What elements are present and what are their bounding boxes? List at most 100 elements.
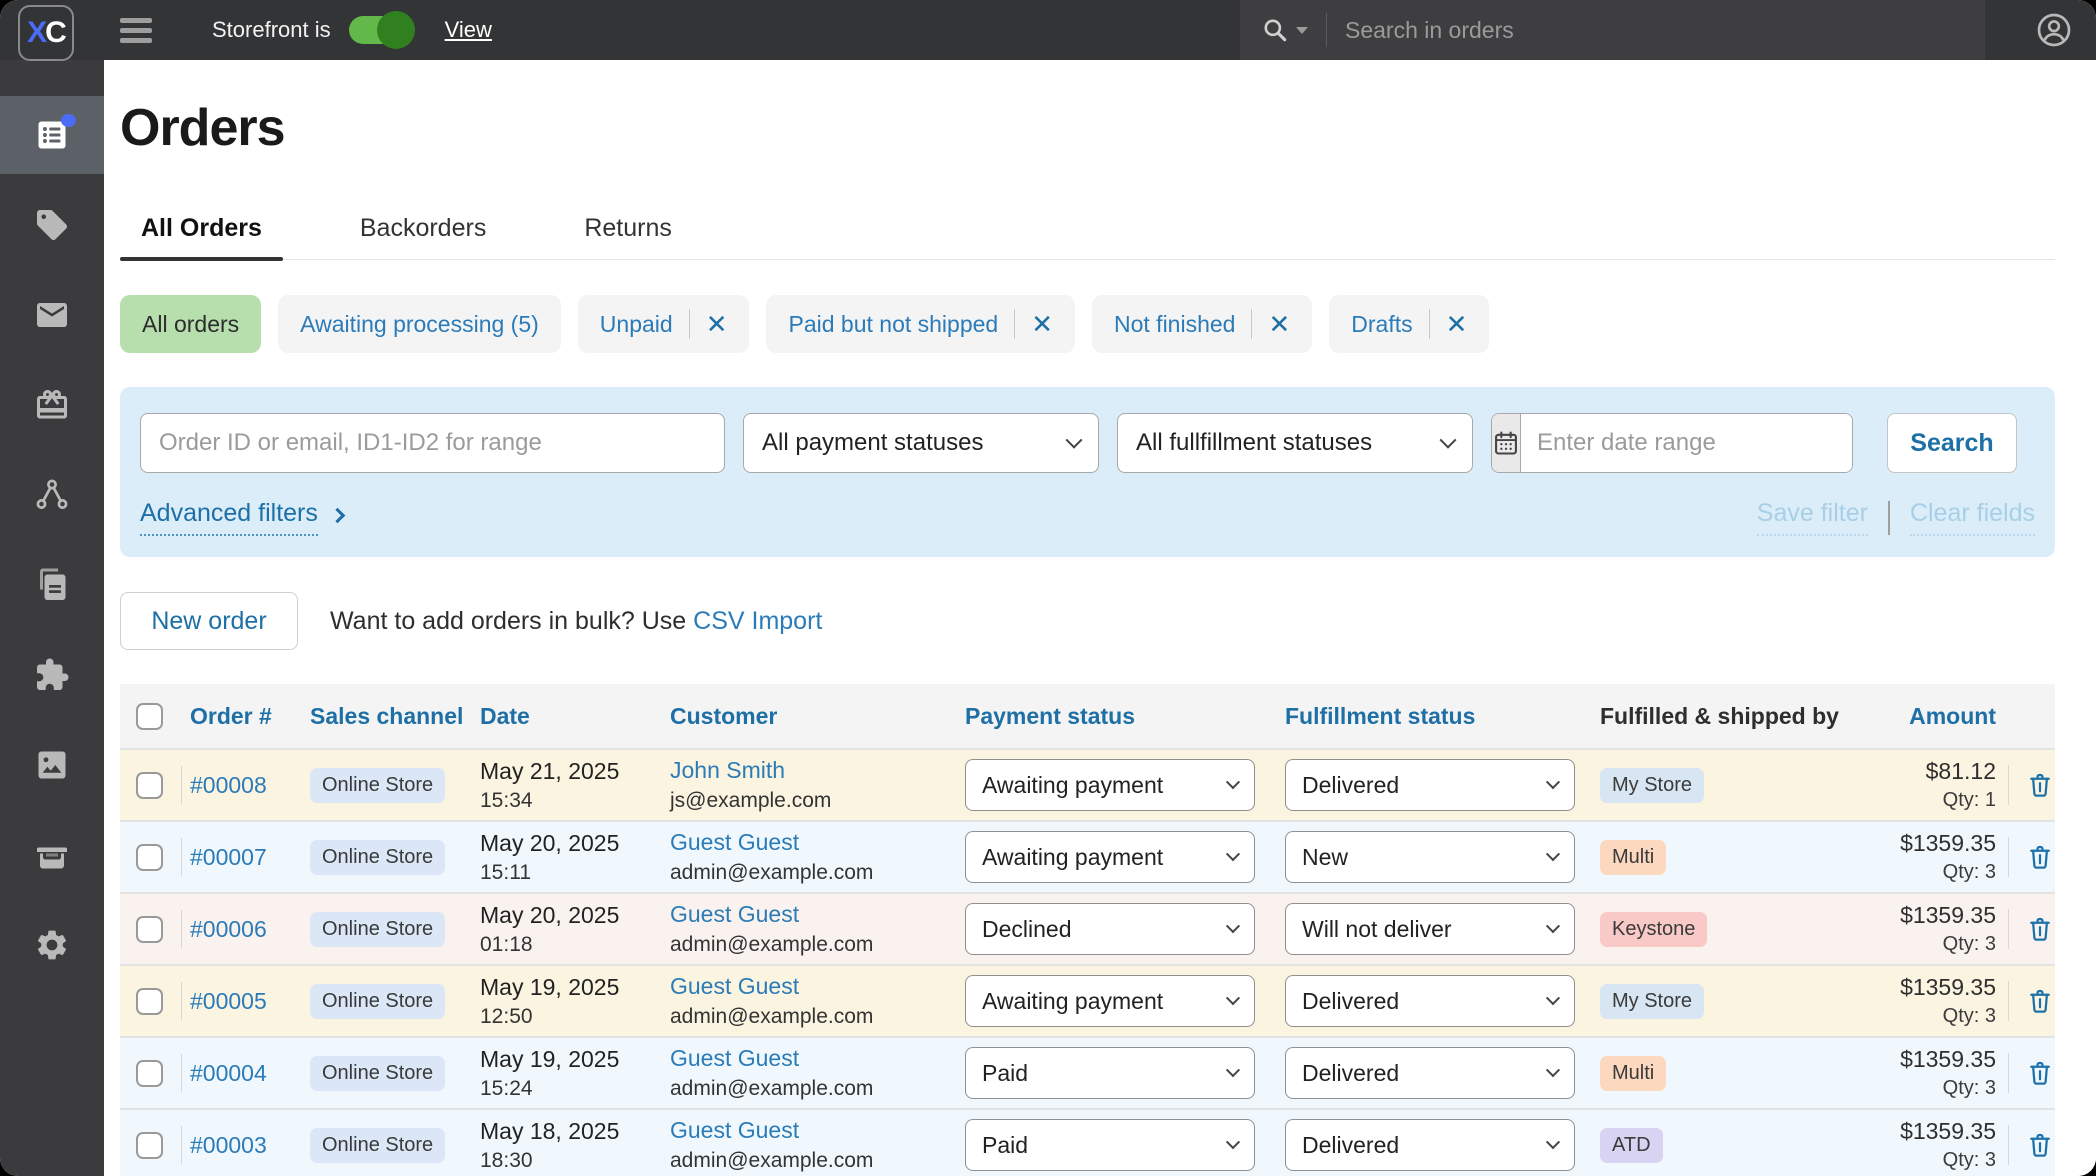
- sidebar-item-promotions[interactable]: [0, 360, 104, 450]
- customer-link[interactable]: Guest Guest: [670, 901, 799, 927]
- row-checkbox[interactable]: [136, 988, 163, 1015]
- row-checkbox[interactable]: [136, 916, 163, 943]
- delete-order-button[interactable]: [2025, 986, 2055, 1016]
- payment-status-filter-select[interactable]: All payment statuses: [743, 413, 1099, 473]
- close-icon[interactable]: ✕: [1031, 311, 1053, 337]
- advanced-filters-link[interactable]: Advanced filters: [140, 499, 343, 536]
- shipped-by-badge: Keystone: [1600, 912, 1707, 947]
- order-link[interactable]: #00003: [190, 1132, 267, 1158]
- toggle-knob: [377, 11, 415, 49]
- hamburger-menu-icon[interactable]: [120, 18, 152, 43]
- account-button[interactable]: [2036, 12, 2072, 48]
- select-value: Will not deliver: [1302, 916, 1452, 943]
- new-order-button[interactable]: New order: [120, 592, 298, 650]
- search-input[interactable]: [1345, 17, 1985, 44]
- header-fulfillment[interactable]: Fulfillment status: [1285, 703, 1600, 730]
- header-channel[interactable]: Sales channel: [310, 703, 480, 730]
- sidebar-item-settings[interactable]: [0, 900, 104, 990]
- chevron-down-icon: [1226, 991, 1240, 1005]
- fulfillment-status-filter-select[interactable]: All fullfillment statuses: [1117, 413, 1473, 473]
- customer-link[interactable]: Guest Guest: [670, 1045, 799, 1071]
- fulfillment-status-select[interactable]: Delivered: [1285, 1119, 1575, 1171]
- fulfillment-status-select[interactable]: Delivered: [1285, 759, 1575, 811]
- order-id-input[interactable]: [140, 413, 725, 473]
- select-all-checkbox[interactable]: [136, 703, 163, 730]
- row-checkbox[interactable]: [136, 1060, 163, 1087]
- search-scope-button[interactable]: [1262, 17, 1308, 43]
- customer-link[interactable]: Guest Guest: [670, 829, 799, 855]
- chip-awaiting-processing[interactable]: Awaiting processing (5): [278, 295, 561, 353]
- chip-drafts[interactable]: Drafts ✕: [1329, 295, 1489, 353]
- order-link[interactable]: #00007: [190, 844, 267, 870]
- chip-paid-not-shipped[interactable]: Paid but not shipped ✕: [766, 295, 1075, 353]
- order-time: 15:34: [480, 789, 670, 813]
- sidebar-item-storefront[interactable]: [0, 810, 104, 900]
- date-range-input[interactable]: [1521, 414, 1853, 472]
- customer-link[interactable]: Guest Guest: [670, 973, 799, 999]
- xc-logo[interactable]: XC: [18, 5, 74, 61]
- customer-link[interactable]: John Smith: [670, 757, 785, 783]
- row-checkbox[interactable]: [136, 1132, 163, 1159]
- delete-order-button[interactable]: [2025, 842, 2055, 872]
- header-payment[interactable]: Payment status: [965, 703, 1285, 730]
- clear-fields-link[interactable]: Clear fields: [1910, 499, 2035, 536]
- row-checkbox[interactable]: [136, 844, 163, 871]
- tab-all-orders[interactable]: All Orders: [120, 214, 283, 259]
- header-order[interactable]: Order #: [190, 703, 310, 730]
- fulfillment-status-select[interactable]: Will not deliver: [1285, 903, 1575, 955]
- advanced-filters-label: Advanced filters: [140, 499, 318, 536]
- chip-not-finished[interactable]: Not finished✕: [1092, 295, 1312, 353]
- view-storefront-link[interactable]: View: [445, 17, 492, 43]
- sidebar-item-content[interactable]: [0, 540, 104, 630]
- sidebar-item-orders[interactable]: [0, 96, 104, 174]
- delete-order-button[interactable]: [2025, 914, 2055, 944]
- delete-order-button[interactable]: [2025, 1058, 2055, 1088]
- payment-status-select[interactable]: Awaiting payment: [965, 759, 1255, 811]
- row-checkbox[interactable]: [136, 772, 163, 799]
- sidebar-item-catalog[interactable]: [0, 180, 104, 270]
- save-filter-link[interactable]: Save filter: [1757, 499, 1868, 536]
- csv-import-link[interactable]: CSV Import: [693, 607, 822, 635]
- sales-channel-badge: Online Store: [310, 1128, 445, 1163]
- fulfillment-status-select[interactable]: Delivered: [1285, 1047, 1575, 1099]
- storefront-toggle[interactable]: [349, 16, 411, 44]
- order-link[interactable]: #00008: [190, 772, 267, 798]
- sidebar-item-apps[interactable]: [0, 630, 104, 720]
- delete-order-button[interactable]: [2025, 770, 2055, 800]
- order-link[interactable]: #00004: [190, 1060, 267, 1086]
- order-link[interactable]: #00005: [190, 988, 267, 1014]
- payment-status-select[interactable]: Paid: [965, 1119, 1255, 1171]
- sidebar-item-mail[interactable]: [0, 270, 104, 360]
- trash-icon: [2025, 770, 2055, 800]
- tab-returns[interactable]: Returns: [563, 214, 693, 259]
- chip-all-orders[interactable]: All orders: [120, 295, 261, 353]
- header-amount[interactable]: Amount: [1885, 703, 2000, 730]
- search-button[interactable]: Search: [1887, 413, 2017, 473]
- chevron-down-icon: [1440, 432, 1457, 449]
- chip-label: Paid but not shipped: [788, 311, 998, 338]
- payment-status-select[interactable]: Awaiting payment: [965, 975, 1255, 1027]
- chip-divider: [689, 309, 690, 339]
- chip-unpaid[interactable]: Unpaid✕: [578, 295, 750, 353]
- close-icon[interactable]: ✕: [1446, 311, 1468, 337]
- customer-link[interactable]: Guest Guest: [670, 1117, 799, 1143]
- close-icon[interactable]: ✕: [1268, 311, 1290, 337]
- chip-label: Drafts: [1351, 311, 1412, 338]
- sidebar-item-design[interactable]: [0, 720, 104, 810]
- fulfillment-status-select[interactable]: Delivered: [1285, 975, 1575, 1027]
- fulfillment-status-select[interactable]: New: [1285, 831, 1575, 883]
- payment-status-select[interactable]: Declined: [965, 903, 1255, 955]
- tab-backorders[interactable]: Backorders: [339, 214, 507, 259]
- logo-letter-x: X: [27, 16, 45, 50]
- sidebar-item-sales-channels[interactable]: [0, 450, 104, 540]
- payment-status-select[interactable]: Awaiting payment: [965, 831, 1255, 883]
- chevron-down-icon: [1546, 1063, 1560, 1077]
- calendar-button[interactable]: [1492, 414, 1521, 472]
- order-link[interactable]: #00006: [190, 916, 267, 942]
- close-icon[interactable]: ✕: [706, 311, 728, 337]
- delete-order-button[interactable]: [2025, 1130, 2055, 1160]
- header-customer[interactable]: Customer: [670, 703, 965, 730]
- payment-status-select[interactable]: Paid: [965, 1047, 1255, 1099]
- chevron-down-icon: [1546, 847, 1560, 861]
- header-date[interactable]: Date: [480, 703, 670, 730]
